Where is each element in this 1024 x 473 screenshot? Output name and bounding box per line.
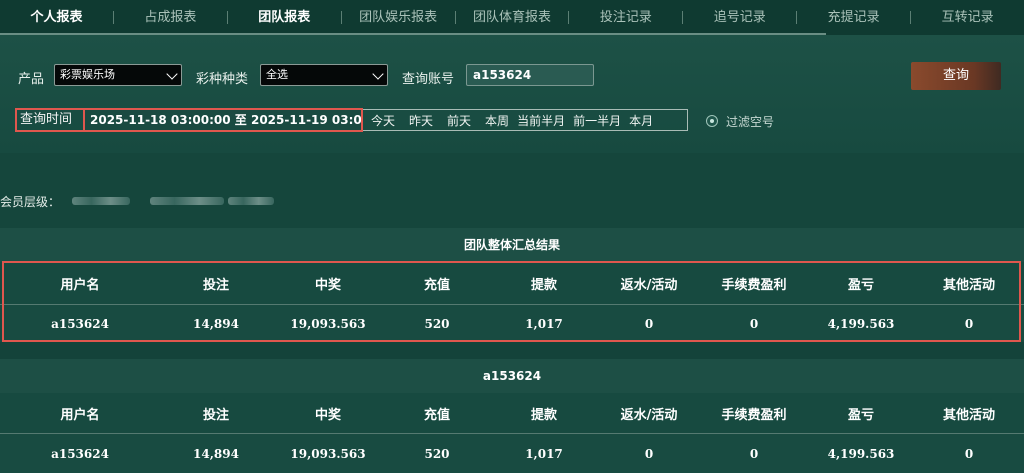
product-select-value: 彩票娱乐场 [60, 68, 115, 81]
filter-empty-label: 过滤空号 [726, 115, 775, 129]
member-level-area: 会员层级： [0, 153, 1024, 228]
quick-range-today[interactable]: 今天 [371, 112, 395, 129]
tab-team-report[interactable]: 团队报表 [228, 0, 341, 35]
col-fee-profit: 手续费盈利 [721, 277, 787, 293]
section-gap [0, 342, 1024, 359]
filter-panel: 产品 彩票娱乐场 彩种种类 全选 查询账号 a153624 查询 查询时间 20… [0, 35, 1024, 153]
cell-profit-loss: 4,199.563 [827, 317, 895, 331]
member-level-label: 会员层级： [0, 195, 61, 209]
table-row: a153624 14,894 19,093.563 520 1,017 0 0 … [0, 433, 1024, 473]
cell-deposit: 520 [424, 317, 450, 331]
cell-username: a153624 [51, 446, 109, 461]
account-label: 查询账号 [402, 72, 455, 87]
col-fee-profit: 手续费盈利 [721, 407, 787, 423]
col-deposit: 充值 [423, 277, 450, 293]
quick-range-current-half-month[interactable]: 当前半月 [517, 112, 565, 129]
product-select[interactable]: 彩票娱乐场 [54, 64, 182, 86]
col-other-activity: 其他活动 [942, 407, 995, 423]
product-label: 产品 [18, 72, 45, 87]
cell-bet: 14,894 [193, 446, 239, 461]
col-bet: 投注 [202, 277, 229, 293]
col-win: 中奖 [314, 277, 341, 293]
col-withdraw: 提款 [530, 277, 557, 293]
tab-bet-records[interactable]: 投注记录 [569, 0, 682, 35]
cell-profit-loss: 4,199.563 [827, 446, 895, 461]
lottery-type-select[interactable]: 全选 [260, 64, 388, 86]
quick-range-this-week[interactable]: 本周 [485, 112, 509, 129]
cell-deposit: 520 [424, 446, 450, 461]
quick-range-this-month[interactable]: 本月 [629, 112, 653, 129]
table-row: a153624 14,894 19,093.563 520 1,017 0 0 … [0, 304, 1024, 343]
lottery-type-label: 彩种种类 [196, 72, 249, 87]
filter-empty-radio[interactable] [706, 115, 718, 127]
cell-fee-profit: 0 [749, 446, 759, 461]
tab-transfer-records[interactable]: 互转记录 [911, 0, 1024, 35]
query-time-range-input[interactable]: 2025-11-18 03:00:00 至 2025-11-19 03:00:0… [83, 108, 363, 132]
member-level-blurred-value [72, 197, 130, 205]
cell-other-activity: 0 [964, 317, 974, 331]
cell-win: 19,093.563 [290, 446, 366, 461]
col-other-activity: 其他活动 [942, 277, 995, 293]
account-input[interactable]: a153624 [466, 64, 594, 86]
quick-range-group: 今天 昨天 前天 本周 当前半月 前一半月 本月 [363, 109, 688, 131]
user-detail-header: 用户名 投注 中奖 充值 提款 返水/活动 手续费盈利 盈亏 其他活动 [0, 393, 1024, 433]
col-win: 中奖 [314, 407, 341, 423]
quick-range-yesterday[interactable]: 昨天 [409, 112, 433, 129]
tab-personal-report[interactable]: 个人报表 [0, 0, 113, 35]
tab-chase-records[interactable]: 追号记录 [683, 0, 796, 35]
col-deposit: 充值 [423, 407, 450, 423]
cell-rebate: 0 [644, 317, 654, 331]
quick-range-day-before[interactable]: 前天 [447, 112, 471, 129]
cell-rebate: 0 [644, 446, 654, 461]
user-detail-title: a153624 [0, 359, 1024, 393]
chevron-down-icon [166, 68, 178, 80]
cell-bet: 14,894 [193, 317, 239, 331]
col-rebate: 返水/活动 [620, 277, 678, 293]
report-tabs: 个人报表 占成报表 团队报表 团队娱乐报表 团队体育报表 投注记录 追号记录 充… [0, 0, 1024, 35]
tab-team-sports-report[interactable]: 团队体育报表 [456, 0, 569, 35]
query-time-label: 查询时间 [15, 108, 83, 132]
col-withdraw: 提款 [530, 407, 557, 423]
member-level-blurred-value [150, 197, 224, 205]
col-username: 用户名 [60, 277, 100, 293]
query-button[interactable]: 查询 [911, 62, 1001, 90]
col-rebate: 返水/活动 [620, 407, 678, 423]
lottery-type-select-value: 全选 [266, 68, 288, 81]
chevron-down-icon [372, 68, 384, 80]
col-profit-loss: 盈亏 [847, 277, 874, 293]
col-profit-loss: 盈亏 [847, 407, 874, 423]
col-bet: 投注 [202, 407, 229, 423]
team-summary-header: 用户名 投注 中奖 充值 提款 返水/活动 手续费盈利 盈亏 其他活动 [0, 262, 1024, 304]
cell-win: 19,093.563 [290, 317, 366, 331]
cell-withdraw: 1,017 [525, 446, 563, 461]
cell-fee-profit: 0 [749, 317, 759, 331]
cell-other-activity: 0 [964, 446, 974, 461]
tab-team-entertainment-report[interactable]: 团队娱乐报表 [342, 0, 455, 35]
member-level-blurred-value [228, 197, 274, 205]
team-summary-title: 团队整体汇总结果 [0, 228, 1024, 262]
cell-username: a153624 [51, 317, 109, 331]
tab-deposit-withdraw-records[interactable]: 充提记录 [797, 0, 910, 35]
quick-range-previous-half-month[interactable]: 前一半月 [573, 112, 621, 129]
tab-share-report[interactable]: 占成报表 [114, 0, 227, 35]
col-username: 用户名 [60, 407, 100, 423]
cell-withdraw: 1,017 [525, 317, 563, 331]
